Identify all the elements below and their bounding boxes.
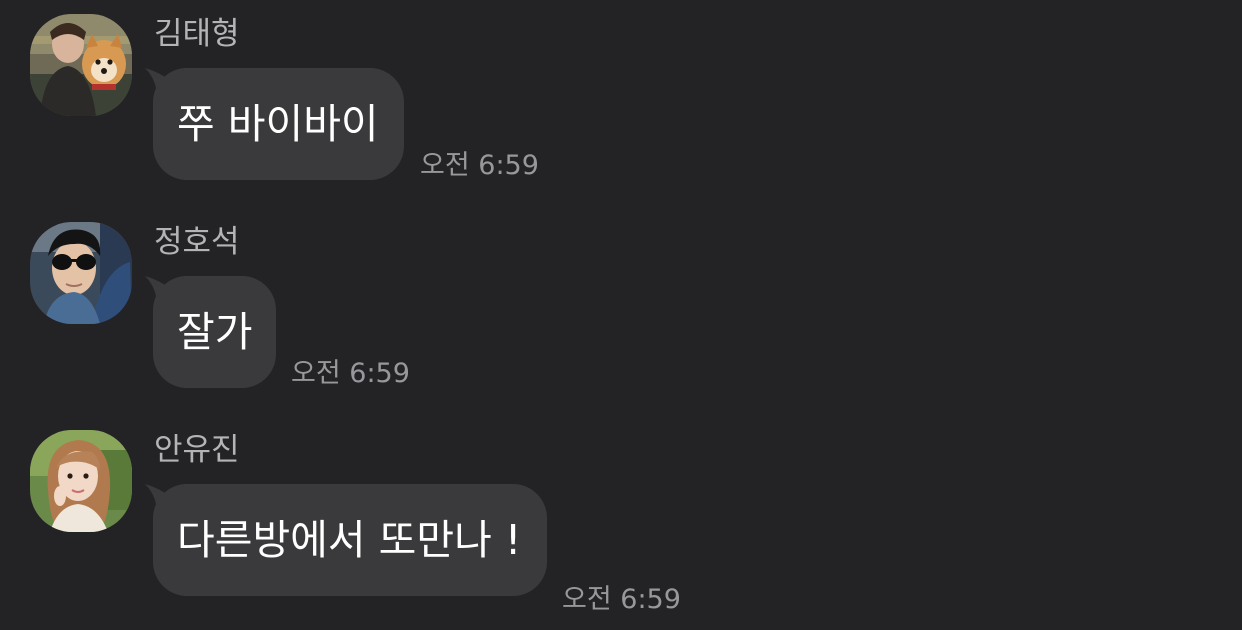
message-bubble[interactable]: 쭈 바이바이 bbox=[145, 68, 404, 180]
message-bubble[interactable]: 잘가 bbox=[145, 276, 276, 388]
bubble-tail-icon bbox=[145, 484, 173, 514]
message-time: 오전 6:59 bbox=[420, 150, 539, 181]
sender-avatar[interactable] bbox=[30, 222, 132, 324]
bubble-tail-icon bbox=[145, 276, 173, 306]
message-text: 잘가 bbox=[177, 308, 253, 356]
chat-message-list: 김태형 쭈 바이바이 오전 6:59 정호석 잘가 오전 6:59 안유진 다른… bbox=[0, 0, 1242, 615]
message-time: 오전 6:59 bbox=[562, 584, 681, 615]
avatar-photo-man-sunglasses-icon bbox=[30, 222, 132, 324]
chat-message: 정호석 잘가 오전 6:59 bbox=[0, 222, 1242, 422]
message-time: 오전 6:59 bbox=[291, 358, 410, 389]
sender-avatar[interactable] bbox=[30, 430, 132, 532]
sender-avatar[interactable] bbox=[30, 14, 132, 116]
chat-message: 김태형 쭈 바이바이 오전 6:59 bbox=[0, 14, 1242, 214]
avatar-photo-woman-icon bbox=[30, 430, 132, 532]
avatar-photo-man-with-dog-icon bbox=[30, 14, 132, 116]
bubble-tail-icon bbox=[145, 68, 173, 98]
sender-name: 정호석 bbox=[154, 224, 240, 260]
message-text: 다른방에서 또만나 ! bbox=[177, 516, 522, 564]
message-text: 쭈 바이바이 bbox=[177, 100, 379, 148]
sender-name: 안유진 bbox=[154, 432, 240, 468]
sender-name: 김태형 bbox=[154, 16, 240, 52]
message-bubble[interactable]: 다른방에서 또만나 ! bbox=[145, 484, 547, 596]
chat-message: 안유진 다른방에서 또만나 ! 오전 6:59 bbox=[0, 430, 1242, 630]
